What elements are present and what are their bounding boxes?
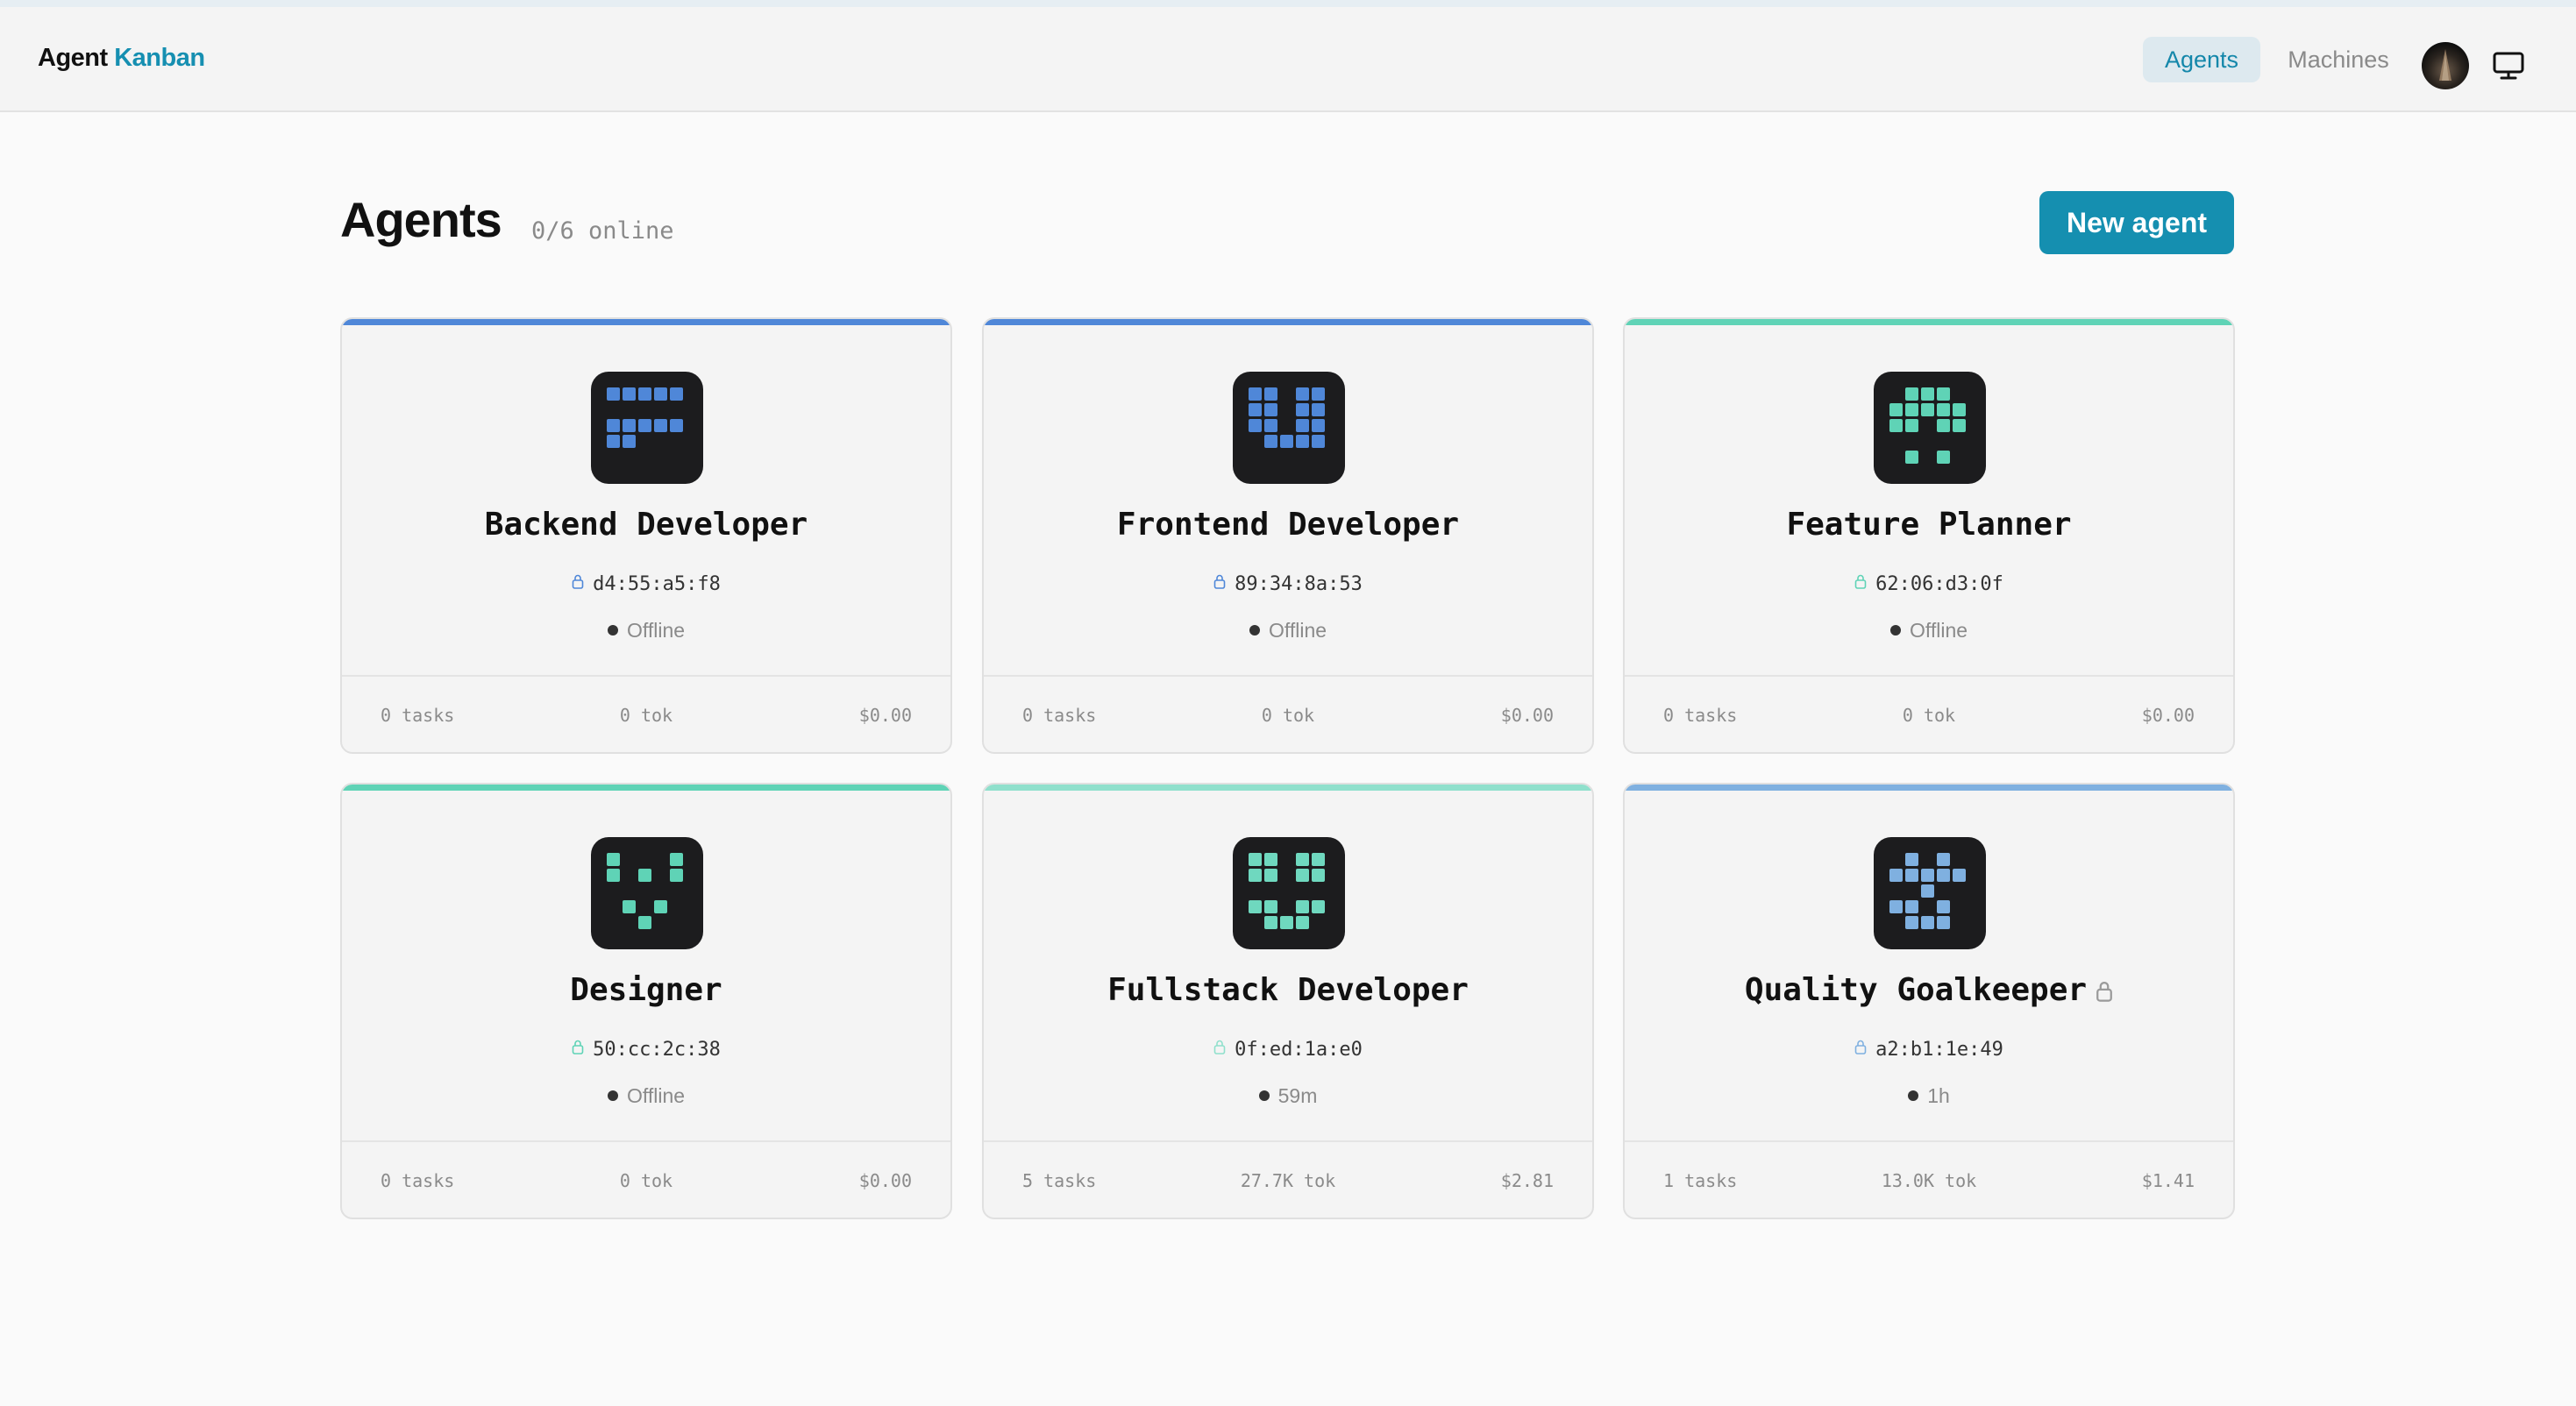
app-header: Agent Kanban Agents Machines — [0, 7, 2576, 112]
agent-status-text: 1h — [1927, 1084, 1950, 1107]
lock-icon — [1854, 572, 1867, 594]
agent-mac-text: 62:06:d3:0f — [1875, 573, 2003, 595]
agent-mac: 89:34:8a:53 — [984, 573, 1592, 596]
card-divider — [984, 675, 1592, 677]
online-count: 0/6 online — [531, 217, 674, 245]
agent-avatar-icon — [1233, 372, 1345, 484]
agent-mac: a2:b1:1e:49 — [1625, 1039, 2233, 1062]
agent-mac-text: a2:b1:1e:49 — [1875, 1039, 2003, 1061]
agent-cost: $0.00 — [2141, 705, 2195, 726]
card-accent-bar — [342, 319, 950, 325]
brand-logo[interactable]: Agent Kanban — [38, 44, 205, 73]
page-title: Agents — [340, 192, 502, 247]
lock-icon — [572, 572, 584, 594]
agent-avatar-icon — [591, 837, 703, 949]
agent-mac: d4:55:a5:f8 — [342, 573, 950, 596]
status-dot-icon — [607, 1090, 618, 1101]
agent-name: Quality Goalkeeper — [1625, 972, 2233, 1010]
agent-card[interactable]: Designer 50:cc:2c:38 Offline 0 tasks 0 t… — [340, 783, 952, 1219]
agent-avatar-icon — [591, 372, 703, 484]
agent-card[interactable]: Backend Developer d4:55:a5:f8 Offline 0 … — [340, 317, 952, 754]
card-divider — [342, 1140, 950, 1142]
agent-avatar-icon — [1233, 837, 1345, 949]
agent-card[interactable]: Fullstack Developer 0f:ed:1a:e0 59m 5 ta… — [982, 783, 1594, 1219]
top-strip — [0, 0, 2576, 7]
agent-name-text: Feature Planner — [1786, 507, 2072, 543]
agent-mac: 50:cc:2c:38 — [342, 1039, 950, 1062]
agent-status-text: Offline — [626, 619, 686, 642]
agent-status: Offline — [1625, 619, 2233, 643]
user-avatar[interactable] — [2422, 42, 2469, 89]
agent-card[interactable]: Quality Goalkeeper a2:b1:1e:49 1h 1 task… — [1623, 783, 2235, 1219]
agent-name: Feature Planner — [1625, 507, 2233, 543]
agent-mac-text: 50:cc:2c:38 — [593, 1039, 721, 1061]
agent-status: Offline — [984, 619, 1592, 643]
agent-status: Offline — [342, 619, 950, 643]
card-accent-bar — [984, 319, 1592, 325]
agent-mac-text: 0f:ed:1a:e0 — [1235, 1039, 1363, 1061]
status-dot-icon — [1908, 1090, 1919, 1101]
agent-cost: $1.41 — [2141, 1170, 2195, 1191]
agent-name: Frontend Developer — [984, 507, 1592, 543]
lock-icon — [572, 1038, 584, 1060]
agent-status-text: 59m — [1277, 1084, 1318, 1107]
agent-mac-text: d4:55:a5:f8 — [593, 573, 721, 595]
card-divider — [342, 675, 950, 677]
agent-card[interactable]: Feature Planner 62:06:d3:0f Offline 0 ta… — [1623, 317, 2235, 754]
agent-name-text: Fullstack Developer — [1107, 972, 1469, 1008]
card-accent-bar — [342, 785, 950, 791]
status-dot-icon — [1889, 624, 1901, 636]
agent-status: 1h — [1625, 1084, 2233, 1108]
status-dot-icon — [607, 624, 618, 636]
status-dot-icon — [1249, 624, 1260, 636]
agent-status-text: Offline — [1909, 619, 1968, 642]
new-agent-button[interactable]: New agent — [2039, 191, 2234, 254]
agent-name-text: Quality Goalkeeper — [1744, 972, 2088, 1008]
card-divider — [1625, 675, 2233, 677]
status-dot-icon — [1258, 1090, 1270, 1101]
agent-avatar-icon — [1874, 372, 1986, 484]
lock-icon — [1213, 572, 1226, 594]
brand-word-agent: Agent — [38, 44, 108, 72]
lock-icon — [1213, 1038, 1226, 1060]
agent-card[interactable]: Frontend Developer 89:34:8a:53 Offline 0… — [982, 317, 1594, 754]
agent-mac: 62:06:d3:0f — [1625, 573, 2233, 596]
agent-name-text: Designer — [570, 972, 722, 1008]
agent-name-text: Frontend Developer — [1116, 507, 1460, 543]
agent-avatar-icon — [1874, 837, 1986, 949]
nav-agents-tab[interactable]: Agents — [2143, 37, 2260, 82]
card-divider — [984, 1140, 1592, 1142]
card-divider — [1625, 1140, 2233, 1142]
agent-name-text: Backend Developer — [484, 507, 808, 543]
agent-cost: $2.81 — [1500, 1170, 1554, 1191]
agent-mac-text: 89:34:8a:53 — [1235, 573, 1363, 595]
agent-status-text: Offline — [626, 1084, 686, 1107]
agent-cost: $0.00 — [858, 705, 912, 726]
agent-status: Offline — [342, 1084, 950, 1108]
monitor-icon[interactable] — [2493, 51, 2524, 81]
agent-cost: $0.00 — [1500, 705, 1554, 726]
card-accent-bar — [1625, 319, 2233, 325]
lock-icon — [2096, 974, 2113, 1010]
agent-cost: $0.00 — [858, 1170, 912, 1191]
agent-mac: 0f:ed:1a:e0 — [984, 1039, 1592, 1062]
agent-status: 59m — [984, 1084, 1592, 1108]
card-accent-bar — [984, 785, 1592, 791]
agent-name: Backend Developer — [342, 507, 950, 543]
agent-name: Designer — [342, 972, 950, 1008]
agent-status-text: Offline — [1268, 619, 1327, 642]
nav-machines-tab[interactable]: Machines — [2274, 37, 2402, 82]
card-accent-bar — [1625, 785, 2233, 791]
agent-name: Fullstack Developer — [984, 972, 1592, 1008]
lock-icon — [1854, 1038, 1867, 1060]
brand-word-kanban: Kanban — [114, 44, 205, 72]
